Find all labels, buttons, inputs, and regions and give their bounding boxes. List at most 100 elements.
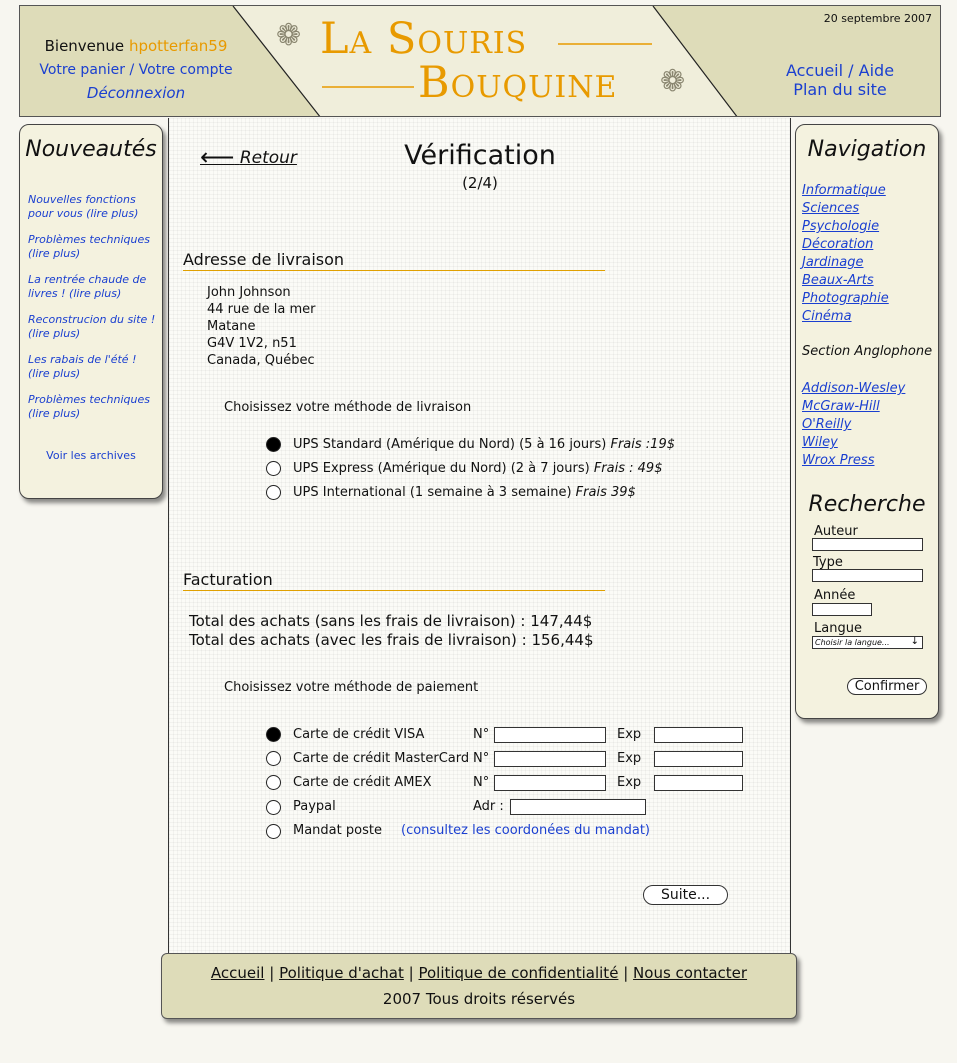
separator: | xyxy=(408,964,414,982)
paypal-address-input[interactable] xyxy=(510,799,646,815)
payment-radio-paypal[interactable] xyxy=(266,800,281,815)
navigation-title: Navigation xyxy=(807,137,927,162)
news-item-line: (lire plus) xyxy=(28,247,81,260)
publisher-link[interactable]: Addison-Wesley xyxy=(802,381,905,396)
cart-link[interactable]: Votre panier xyxy=(39,62,125,78)
shipping-option-express[interactable]: UPS Express (Amérique du Nord) (2 à 7 jo… xyxy=(293,461,662,476)
visa-expiry-input[interactable] xyxy=(654,727,743,743)
language-select[interactable]: Choisir la langue... ↓ xyxy=(812,636,923,649)
confirm-button[interactable]: Confirmer xyxy=(847,678,927,695)
amex-expiry-input[interactable] xyxy=(654,775,743,791)
footer xyxy=(161,953,797,1019)
arrow-left-icon: ⟵ xyxy=(200,143,235,171)
nav-help-link[interactable]: Aide xyxy=(859,61,894,80)
arrow-down-icon: ↓ xyxy=(910,636,919,647)
news-item-line: Problèmes techniques xyxy=(28,393,150,406)
visa-number-input[interactable] xyxy=(494,727,606,743)
shipping-radio-international[interactable] xyxy=(266,485,281,500)
publisher-link[interactable]: O'Reilly xyxy=(802,417,851,432)
mandat-info-link[interactable]: (consultez les coordonées du mandat) xyxy=(401,823,650,838)
footer-link-contact[interactable]: Nous contacter xyxy=(633,964,747,982)
news-item-line: Reconstrucion du site ! xyxy=(28,313,156,326)
category-link[interactable]: Photographie xyxy=(802,291,889,306)
nav-home-link[interactable]: Accueil xyxy=(786,61,843,80)
address-line: 44 rue de la mer xyxy=(207,302,316,317)
footer-link-home[interactable]: Accueil xyxy=(211,964,265,982)
news-item[interactable]: Problèmes techniques (lire plus) xyxy=(28,233,158,261)
publisher-link[interactable]: McGraw-Hill xyxy=(802,399,880,414)
page-title: Vérification xyxy=(404,140,556,171)
news-item-line: (lire plus) xyxy=(28,367,81,380)
category-link[interactable]: Beaux-Arts xyxy=(802,273,874,288)
category-link[interactable]: Sciences xyxy=(802,201,859,216)
category-link[interactable]: Cinéma xyxy=(802,309,852,324)
payment-radio-amex[interactable] xyxy=(266,775,281,790)
shipping-radio-express[interactable] xyxy=(266,461,281,476)
type-label: Type xyxy=(813,555,843,570)
header-banner: Bienvenue hpotterfan59 Votre panier / Vo… xyxy=(19,5,941,117)
logout-link[interactable]: Déconnexion xyxy=(20,84,252,102)
paypal-address-label: Adr : xyxy=(473,799,504,814)
news-item[interactable]: Reconstrucion du site ! (lire plus) xyxy=(28,313,158,341)
mastercard-number-input[interactable] xyxy=(494,751,606,767)
news-panel xyxy=(19,124,163,499)
option-label: UPS International (1 semaine à 3 semaine… xyxy=(293,485,572,500)
payment-radio-mandat[interactable] xyxy=(266,824,281,839)
publisher-link[interactable]: Wiley xyxy=(802,435,838,450)
category-link[interactable]: Psychologie xyxy=(802,219,879,234)
payment-label-mastercard[interactable]: Carte de crédit MasterCard xyxy=(293,751,469,766)
welcome-text: Bienvenue xyxy=(44,37,125,55)
type-input[interactable] xyxy=(812,569,923,582)
payment-radio-visa[interactable] xyxy=(266,727,281,742)
news-item[interactable]: Nouvelles fonctions pour vous (lire plus… xyxy=(28,193,158,221)
amex-number-input[interactable] xyxy=(494,775,606,791)
address-line: John Johnson xyxy=(207,285,291,300)
address-line: G4V 1V2, n51 xyxy=(207,336,297,351)
separator: / xyxy=(848,61,854,80)
payment-label-visa[interactable]: Carte de crédit VISA xyxy=(293,727,424,742)
footer-link-purchase-policy[interactable]: Politique d'achat xyxy=(279,964,404,982)
logo-line2: Bouquine xyxy=(418,58,618,108)
author-input[interactable] xyxy=(812,538,923,551)
account-link[interactable]: Votre compte xyxy=(139,62,233,78)
mastercard-expiry-input[interactable] xyxy=(654,751,743,767)
news-item[interactable]: Les rabais de l'été ! (lire plus) xyxy=(28,353,158,381)
next-button[interactable]: Suite... xyxy=(643,885,728,905)
footer-link-privacy-policy[interactable]: Politique de confidentialité xyxy=(418,964,618,982)
separator: | xyxy=(269,964,275,982)
card-number-label: N° xyxy=(473,751,490,766)
news-item-line: (lire plus) xyxy=(28,407,81,420)
archives-link[interactable]: Voir les archives xyxy=(19,449,163,462)
shipping-option-international[interactable]: UPS International (1 semaine à 3 semaine… xyxy=(293,485,636,500)
author-label: Auteur xyxy=(814,524,858,539)
category-link[interactable]: Informatique xyxy=(802,183,886,198)
date: 20 septembre 2007 xyxy=(823,12,932,25)
account-links: Votre panier / Votre compte xyxy=(20,62,252,78)
search-title: Recherche xyxy=(808,492,926,517)
year-input[interactable] xyxy=(812,603,872,616)
step-indicator: (2/4) xyxy=(462,174,498,192)
news-title: Nouveautés xyxy=(25,137,157,162)
nav-sitemap-link[interactable]: Plan du site xyxy=(760,80,920,99)
payment-label-amex[interactable]: Carte de crédit AMEX xyxy=(293,775,432,790)
category-link[interactable]: Jardinage xyxy=(802,255,863,270)
publisher-link[interactable]: Wrox Press xyxy=(802,453,874,468)
username[interactable]: hpotterfan59 xyxy=(129,37,227,55)
back-link[interactable]: ⟵ Retour xyxy=(200,143,297,171)
news-item[interactable]: La rentrée chaude de livres ! (lire plus… xyxy=(28,273,158,301)
shipping-radio-standard[interactable] xyxy=(266,437,281,452)
payment-label-mandat[interactable]: Mandat poste xyxy=(293,823,382,838)
news-item[interactable]: Problèmes techniques (lire plus) xyxy=(28,393,158,421)
flower-icon: ❁ xyxy=(276,18,302,53)
news-item-line: La rentrée chaude de xyxy=(28,273,147,286)
payment-radio-mastercard[interactable] xyxy=(266,751,281,766)
shipping-option-standard[interactable]: UPS Standard (Amérique du Nord) (5 à 16 … xyxy=(293,437,675,452)
language-label: Langue xyxy=(814,621,862,636)
back-label: Retour xyxy=(239,148,297,168)
category-link[interactable]: Décoration xyxy=(802,237,873,252)
news-item-line: (lire plus) xyxy=(28,327,81,340)
option-label: UPS Standard (Amérique du Nord) (5 à 16 … xyxy=(293,437,607,452)
payment-label-paypal[interactable]: Paypal xyxy=(293,799,336,814)
card-number-label: N° xyxy=(473,727,490,742)
expiry-label: Exp xyxy=(617,751,642,766)
